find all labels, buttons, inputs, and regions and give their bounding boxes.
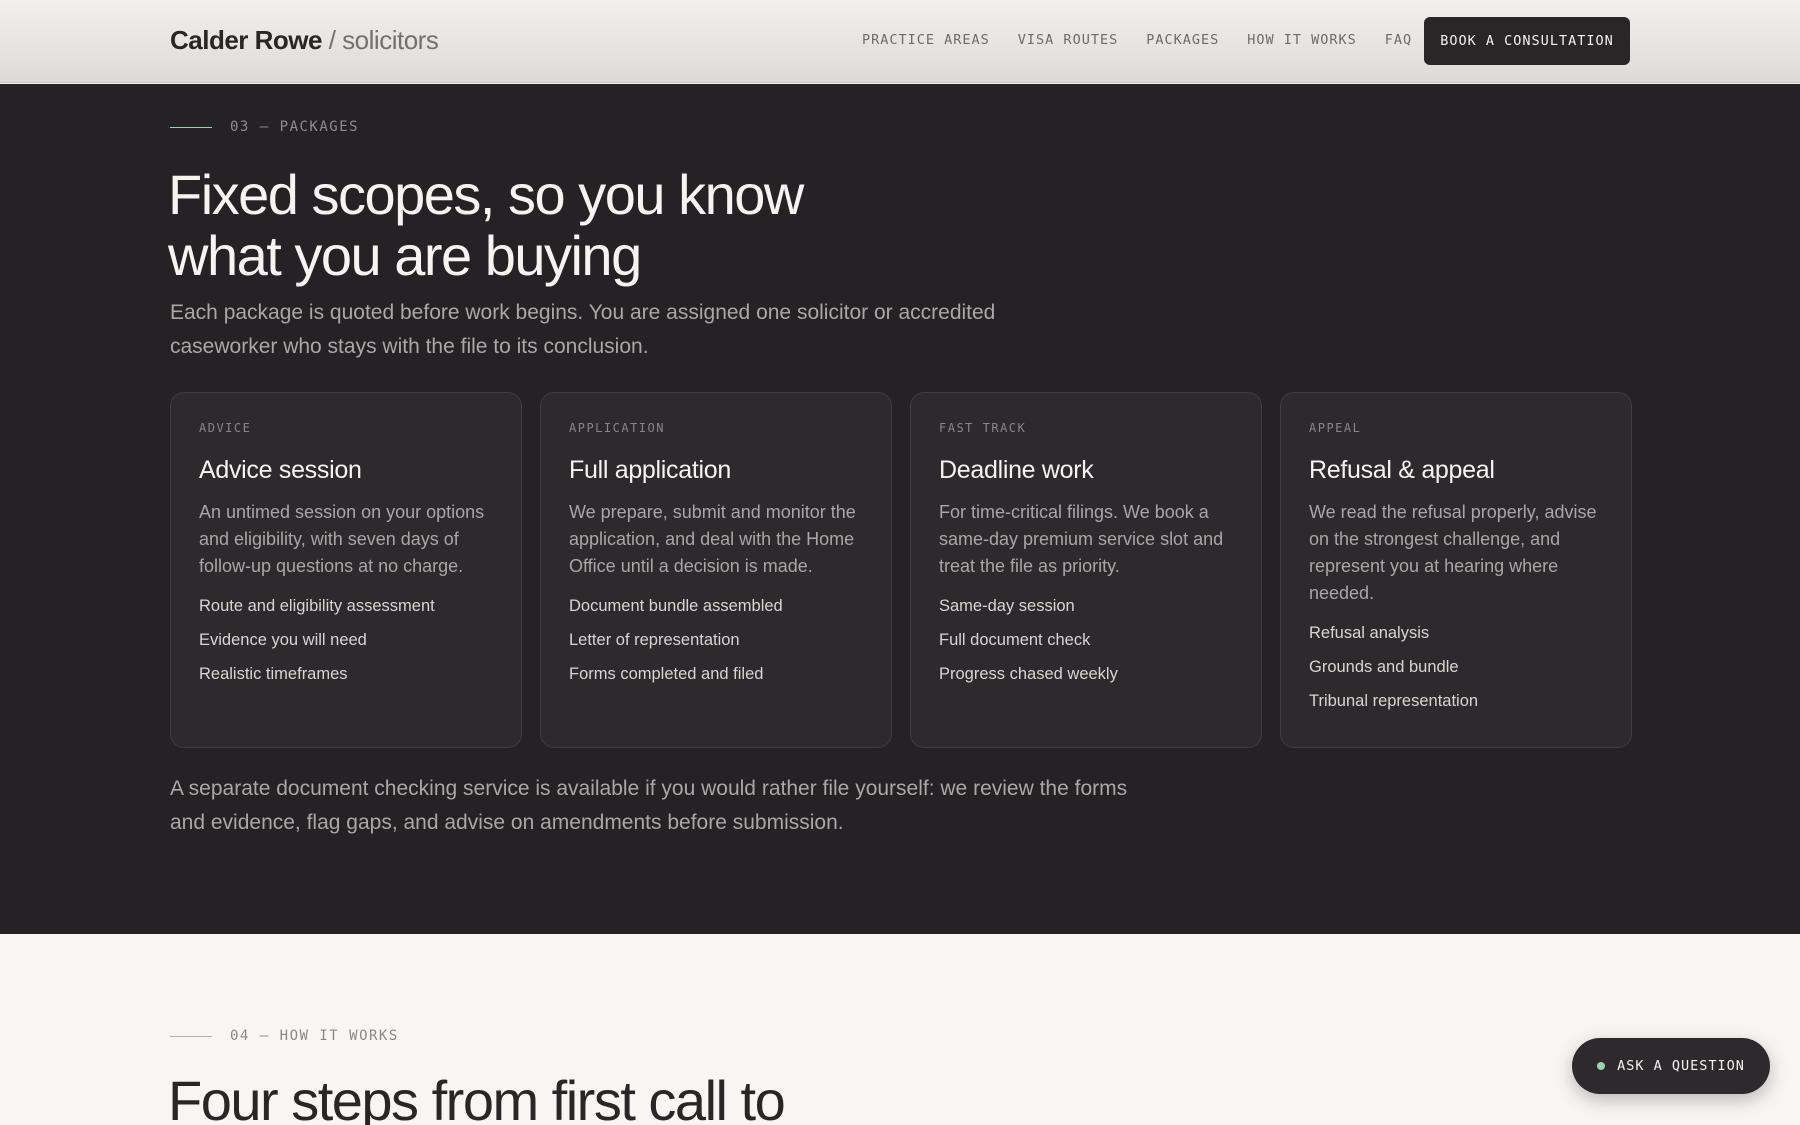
- list-item: Progress chased weekly: [939, 665, 1118, 683]
- card-tag: FAST TRACK: [939, 421, 1027, 435]
- list-item: Tribunal representation: [1309, 692, 1479, 710]
- packages-title-line1: Fixed scopes, so you know: [168, 163, 804, 226]
- card-tag: APPLICATION: [569, 421, 665, 435]
- book-consultation-button[interactable]: BOOK A CONSULTATION: [1424, 17, 1630, 65]
- how-eyebrow-text: 04 — HOW IT WORKS: [230, 1028, 399, 1044]
- packages-eyebrow-text: 03 — PACKAGES: [230, 119, 360, 135]
- card-title: Advice session: [199, 456, 362, 484]
- nav-visa-routes[interactable]: VISA ROUTES: [1018, 32, 1118, 48]
- card-description: An untimed session on your options and e…: [199, 502, 485, 576]
- list-item: Evidence you will need: [199, 631, 367, 649]
- nav-packages[interactable]: PACKAGES: [1146, 32, 1219, 48]
- list-item: Route and eligibility assessment: [199, 597, 435, 615]
- card-description: We prepare, submit and monitor the appli…: [569, 502, 856, 576]
- list-item: Refusal analysis: [1309, 624, 1430, 642]
- packages-eyebrow: 03 — PACKAGES: [170, 119, 359, 135]
- list-item: Full document check: [939, 631, 1091, 649]
- how-eyebrow: 04 — HOW IT WORKS: [170, 1028, 399, 1044]
- package-card-advice: ADVICE Advice session An untimed session…: [170, 392, 522, 748]
- card-description: We read the refusal properly, advise on …: [1309, 502, 1597, 603]
- eyebrow-rule: [170, 1035, 212, 1037]
- card-tag: APPEAL: [1309, 421, 1362, 435]
- card-feature-list: Refusal analysis Grounds and bundle Trib…: [1309, 623, 1603, 711]
- logo-brand: Calder Rowe: [170, 25, 323, 55]
- ask-question-button[interactable]: ASK A QUESTION: [1572, 1038, 1770, 1094]
- card-title: Refusal & appeal: [1309, 456, 1495, 484]
- nav-how-it-works[interactable]: HOW IT WORKS: [1247, 32, 1357, 48]
- card-tag: ADVICE: [199, 421, 252, 435]
- packages-title: Fixed scopes, so you know what you are b…: [168, 163, 804, 287]
- card-description: For time-critical filings. We book a sam…: [939, 502, 1224, 576]
- packages-title-line2: what you are buying: [168, 224, 642, 287]
- card-title: Deadline work: [939, 456, 1094, 484]
- main-nav: PRACTICE AREAS VISA ROUTES PACKAGES HOW …: [862, 32, 1412, 48]
- list-item: Grounds and bundle: [1309, 658, 1459, 676]
- status-dot-icon: [1597, 1062, 1606, 1070]
- package-cards: ADVICE Advice session An untimed session…: [170, 392, 1632, 748]
- eyebrow-rule: [170, 126, 212, 128]
- site-header: Calder Rowe / solicitors PRACTICE AREAS …: [0, 0, 1800, 83]
- package-card-appeal: APPEAL Refusal & appeal We read the refu…: [1280, 392, 1632, 748]
- package-card-application: APPLICATION Full application We prepare,…: [540, 392, 892, 748]
- list-item: Letter of representation: [569, 631, 740, 649]
- packages-section: 03 — PACKAGES Fixed scopes, so you know …: [0, 84, 1800, 934]
- list-item: Realistic timeframes: [199, 665, 348, 683]
- how-title: Four steps from first call to: [168, 1069, 786, 1125]
- list-item: Forms completed and filed: [569, 665, 764, 683]
- packages-lead: Each package is quoted before work begin…: [170, 301, 996, 358]
- card-title: Full application: [569, 456, 731, 484]
- ask-question-label: ASK A QUESTION: [1617, 1058, 1745, 1074]
- logo[interactable]: Calder Rowe / solicitors: [170, 25, 439, 56]
- list-item: Document bundle assembled: [569, 597, 783, 615]
- logo-subtitle: / solicitors: [328, 25, 439, 55]
- list-item: Same-day session: [939, 597, 1075, 615]
- document-checking-note: A separate document checking service is …: [170, 777, 1128, 834]
- card-feature-list: Document bundle assembled Letter of repr…: [569, 596, 863, 684]
- nav-faq[interactable]: FAQ: [1385, 32, 1412, 48]
- package-card-fast-track: FAST TRACK Deadline work For time-critic…: [910, 392, 1262, 748]
- card-feature-list: Route and eligibility assessment Evidenc…: [199, 596, 493, 684]
- nav-practice-areas[interactable]: PRACTICE AREAS: [862, 32, 990, 48]
- card-feature-list: Same-day session Full document check Pro…: [939, 596, 1233, 684]
